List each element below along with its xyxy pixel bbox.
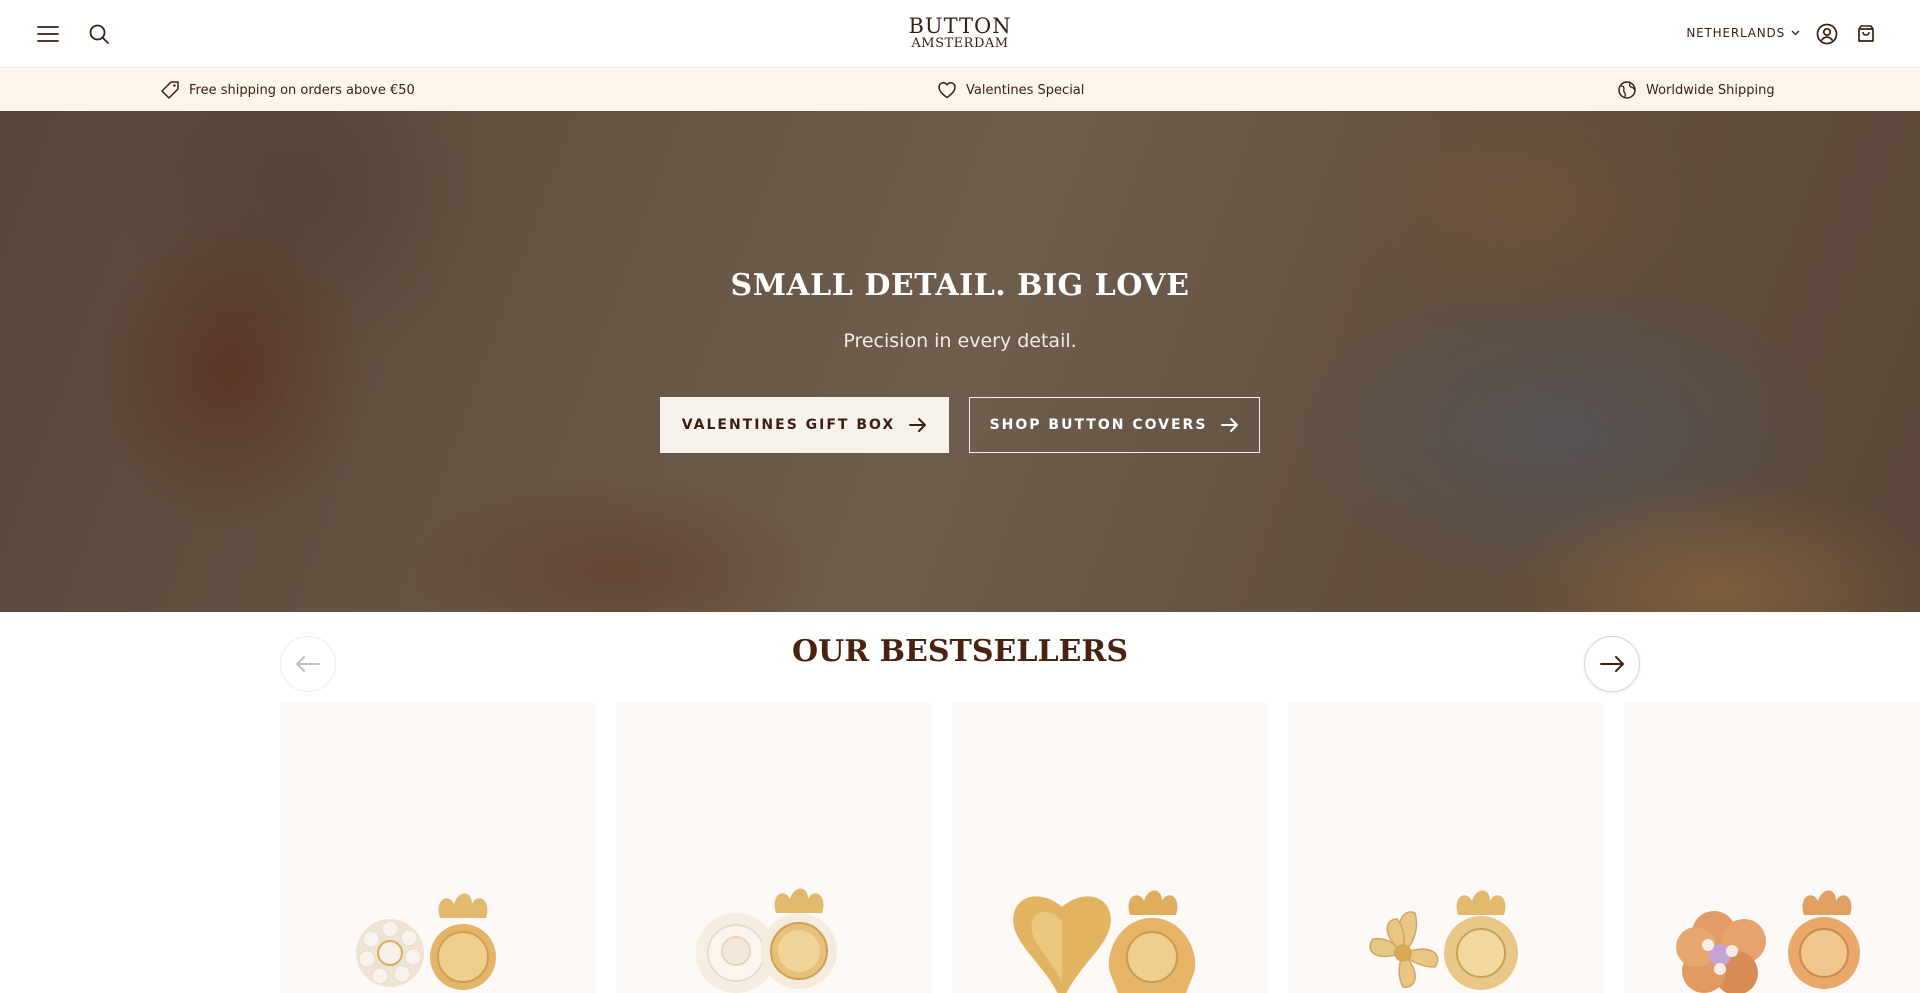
logo-line-1: BUTTON bbox=[908, 14, 1012, 38]
cart-icon[interactable] bbox=[1852, 20, 1880, 48]
pearl-cluster-button-cover-icon bbox=[356, 893, 496, 990]
search-icon[interactable] bbox=[85, 20, 113, 48]
country-selector[interactable]: NETHERLANDS bbox=[1686, 26, 1800, 40]
announcement-bar: Free shipping on orders above €50 Valent… bbox=[0, 69, 1920, 111]
arrow-right-icon bbox=[1221, 418, 1239, 432]
shop-button-covers-button[interactable]: SHOP BUTTON COVERS bbox=[969, 397, 1260, 453]
arrow-right-icon bbox=[1600, 656, 1624, 672]
button-label: VALENTINES GIFT BOX bbox=[681, 417, 896, 433]
hero-content: SMALL DETAIL. BIG LOVE Precision in ever… bbox=[0, 111, 1920, 612]
gold-heart-button-cover-icon bbox=[1013, 890, 1196, 993]
gold-flower-button-cover-icon bbox=[1369, 890, 1518, 990]
white-rose-button-cover-icon bbox=[696, 888, 837, 993]
product-card[interactable] bbox=[1624, 702, 1920, 993]
chevron-down-icon bbox=[1791, 30, 1800, 36]
hero-banner: SMALL DETAIL. BIG LOVE Precision in ever… bbox=[0, 111, 1920, 612]
site-header: BUTTON AMSTERDAM NETHERLANDS bbox=[0, 0, 1920, 68]
copper-pearl-flower-button-cover-icon bbox=[1676, 890, 1860, 993]
product-card[interactable] bbox=[616, 702, 932, 993]
carousel-prev-button[interactable] bbox=[280, 636, 336, 692]
announcement-text: Free shipping on orders above €50 bbox=[189, 82, 415, 98]
announcement-valentines: Valentines Special bbox=[937, 69, 1084, 111]
product-carousel bbox=[280, 702, 1920, 993]
brand-logo[interactable]: BUTTON AMSTERDAM bbox=[908, 16, 1011, 52]
product-card[interactable] bbox=[280, 702, 596, 993]
announcement-worldwide: Worldwide Shipping bbox=[1617, 69, 1775, 111]
hero-subtitle: Precision in every detail. bbox=[843, 330, 1077, 352]
heart-icon bbox=[938, 82, 956, 99]
announcement-text: Valentines Special bbox=[966, 82, 1085, 98]
arrow-left-icon bbox=[296, 656, 320, 672]
menu-icon[interactable] bbox=[34, 20, 62, 48]
valentines-gift-box-button[interactable]: VALENTINES GIFT BOX bbox=[660, 397, 949, 453]
arrow-right-icon bbox=[909, 418, 927, 432]
globe-icon bbox=[1618, 81, 1636, 99]
tag-icon bbox=[161, 81, 179, 99]
announcement-text: Worldwide Shipping bbox=[1646, 82, 1775, 98]
account-icon[interactable] bbox=[1813, 20, 1841, 48]
country-label: NETHERLANDS bbox=[1686, 26, 1785, 40]
carousel-next-button[interactable] bbox=[1584, 636, 1640, 692]
logo-line-2: AMSTERDAM bbox=[911, 36, 1009, 51]
hero-title: SMALL DETAIL. BIG LOVE bbox=[730, 268, 1190, 303]
product-card[interactable] bbox=[1288, 702, 1604, 993]
product-card[interactable] bbox=[952, 702, 1268, 993]
button-label: SHOP BUTTON COVERS bbox=[989, 417, 1208, 433]
announcement-free-shipping: Free shipping on orders above €50 bbox=[160, 69, 415, 111]
